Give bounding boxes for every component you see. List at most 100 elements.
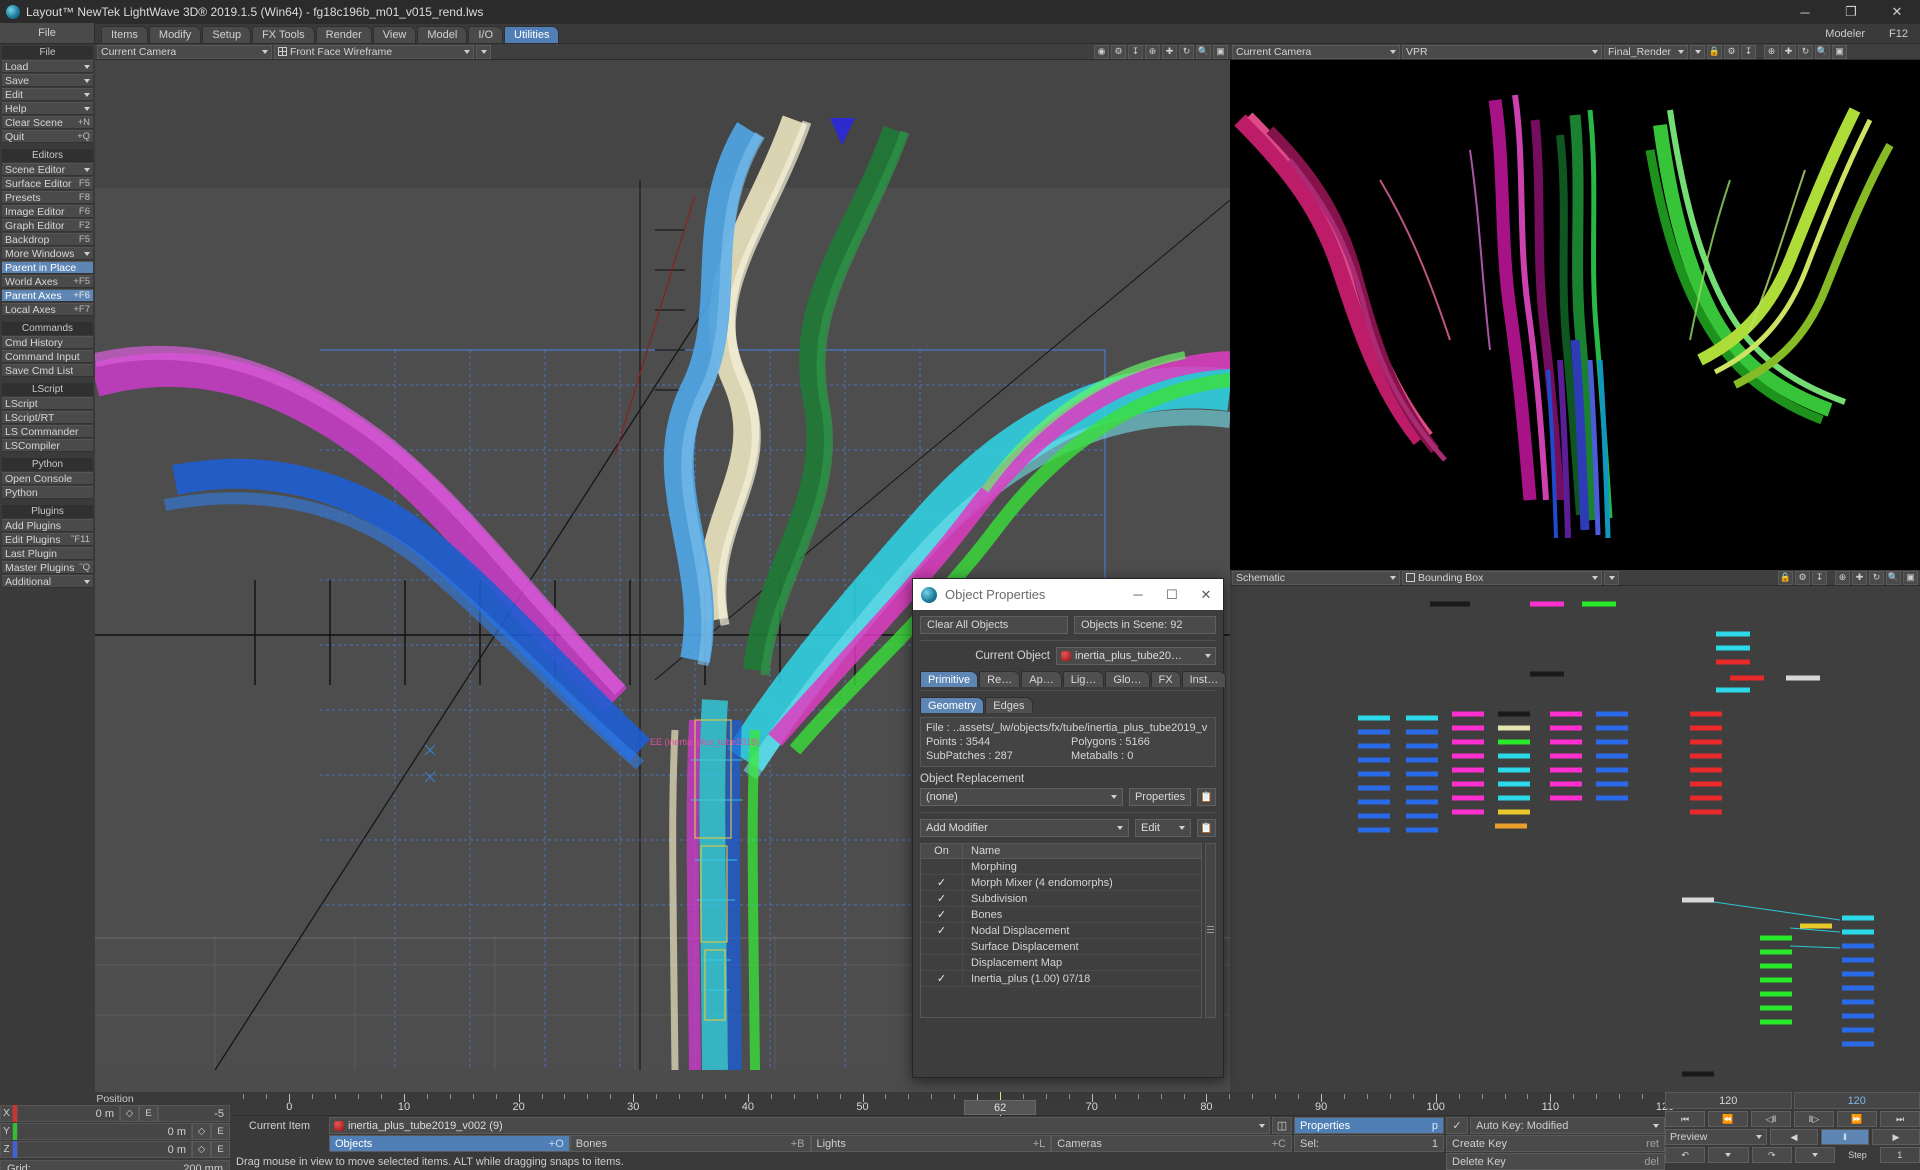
move-icon[interactable]: ✚: [1162, 44, 1177, 59]
redo-menu-icon[interactable]: [1794, 1147, 1836, 1163]
transport-button-1[interactable]: ⏪: [1708, 1111, 1748, 1127]
dialog-tab-glo-[interactable]: Glo…: [1105, 671, 1150, 687]
maximize-icon[interactable]: ❐: [1828, 0, 1874, 24]
select-mode-cameras[interactable]: Cameras +C: [1051, 1135, 1292, 1152]
modifier-edit-select[interactable]: Edit: [1135, 819, 1191, 837]
dialog-subtab-geometry[interactable]: Geometry: [920, 697, 985, 713]
sidebar-item-lscript-rt[interactable]: LScript/RT: [2, 411, 93, 424]
maximize-viewport-icon[interactable]: ▣: [1213, 44, 1228, 59]
vpr-viewport[interactable]: Current Camera VPR Final_Render 🔒 ⚙ ↧ ⊕ …: [1230, 44, 1920, 570]
modifier-on-checkbox[interactable]: ✓: [921, 971, 963, 986]
schematic-options-button[interactable]: [1604, 570, 1619, 585]
gear-icon[interactable]: ⚙: [1724, 44, 1739, 59]
sidebar-item-ls-commander[interactable]: LS Commander: [2, 425, 93, 438]
clear-all-objects-button[interactable]: Clear All Objects: [920, 616, 1068, 634]
modifier-list-scrollbar[interactable]: [1205, 843, 1216, 1018]
item-picker-icon[interactable]: ◫: [1272, 1117, 1292, 1134]
modifier-on-checkbox[interactable]: [921, 939, 963, 954]
play-backward-button[interactable]: ◀: [1770, 1129, 1818, 1145]
maximize-viewport-icon[interactable]: ▣: [1832, 44, 1847, 59]
select-mode-objects[interactable]: Objects +O: [329, 1135, 570, 1152]
sidebar-item-save-cmd-list[interactable]: Save Cmd List: [2, 364, 93, 377]
sidebar-item-add-plugins[interactable]: Add Plugins: [2, 519, 93, 532]
sidebar-item-quit[interactable]: Quit +Q: [2, 130, 93, 143]
lock-icon[interactable]: 🔒: [1707, 44, 1722, 59]
modifier-on-checkbox[interactable]: ✓: [921, 875, 963, 890]
camera-icon[interactable]: ◉: [1094, 44, 1109, 59]
redo-icon[interactable]: ↷: [1751, 1147, 1792, 1163]
modifier-list[interactable]: On Name Morphing ✓ Morph Mixer (4 endomorp…: [920, 843, 1202, 1018]
sidebar-item-lscript[interactable]: LScript: [2, 397, 93, 410]
replacement-properties-button[interactable]: Properties: [1129, 788, 1191, 806]
keyframe-icon[interactable]: ◇: [192, 1141, 211, 1158]
dialog-tab-ap-[interactable]: Ap…: [1021, 671, 1062, 687]
keyframe-icon[interactable]: ◇: [192, 1123, 211, 1140]
gear-icon[interactable]: ⚙: [1795, 570, 1810, 585]
sidebar-item-edit[interactable]: Edit: [2, 88, 93, 101]
expression-button[interactable]: E: [139, 1105, 158, 1122]
undo-icon[interactable]: ↶: [1665, 1147, 1706, 1163]
vpr-render-canvas[interactable]: [1230, 60, 1920, 570]
dialog-close-icon[interactable]: ✕: [1189, 579, 1223, 610]
vpr-render-preset-select[interactable]: Final_Render: [1604, 44, 1688, 59]
dialog-tab-lig-[interactable]: Lig…: [1062, 671, 1105, 687]
menu-tab-model[interactable]: Model: [417, 26, 468, 43]
menu-tab-modify[interactable]: Modify: [148, 26, 202, 43]
object-replacement-select[interactable]: (none): [920, 788, 1123, 806]
modifier-row[interactable]: Morphing: [921, 859, 1201, 875]
sidebar-item-lscompiler[interactable]: LSCompiler: [2, 439, 93, 452]
sidebar-item-parent-in-place[interactable]: Parent in Place: [2, 261, 93, 274]
sidebar-item-clear-scene[interactable]: Clear Scene +N: [2, 116, 93, 129]
modifier-row[interactable]: ✓ Subdivision: [921, 891, 1201, 907]
sidebar-item-help[interactable]: Help: [2, 102, 93, 115]
add-modifier-select[interactable]: Add Modifier: [920, 819, 1129, 837]
move-icon[interactable]: ✚: [1852, 570, 1867, 585]
sidebar-item-surface-editor[interactable]: Surface Editor F5: [2, 177, 93, 190]
clipboard-icon[interactable]: 📋: [1197, 788, 1216, 806]
dialog-tab-fx[interactable]: FX: [1150, 671, 1181, 687]
move-icon[interactable]: ✚: [1781, 44, 1796, 59]
sidebar-item-graph-editor[interactable]: Graph Editor F2: [2, 219, 93, 232]
menu-tab-fx-tools[interactable]: FX Tools: [252, 26, 315, 43]
expression-button[interactable]: E: [211, 1123, 230, 1140]
properties-button[interactable]: Properties p: [1294, 1117, 1444, 1134]
minimize-icon[interactable]: ─: [1782, 0, 1828, 24]
select-mode-bones[interactable]: Bones +B: [569, 1135, 811, 1152]
dialog-subtab-edges[interactable]: Edges: [985, 697, 1033, 713]
save-icon[interactable]: ↧: [1741, 44, 1756, 59]
modifier-on-checkbox[interactable]: [921, 955, 963, 970]
frame-end-field[interactable]: 120: [1665, 1092, 1792, 1109]
modifier-row[interactable]: ✓ Morph Mixer (4 endomorphs): [921, 875, 1201, 891]
menu-file[interactable]: File: [0, 23, 95, 43]
sidebar-item-image-editor[interactable]: Image Editor F6: [2, 205, 93, 218]
dialog-maximize-icon[interactable]: ☐: [1155, 579, 1189, 610]
vpr-options-button[interactable]: [1690, 44, 1705, 59]
vpr-mode-select[interactable]: VPR: [1402, 44, 1602, 59]
modifier-row[interactable]: Surface Displacement: [921, 939, 1201, 955]
rotate-icon[interactable]: ↻: [1179, 44, 1194, 59]
menu-tab-view[interactable]: View: [372, 26, 417, 43]
sidebar-item-save[interactable]: Save: [2, 74, 93, 87]
select-mode-lights[interactable]: Lights +L: [810, 1135, 1052, 1152]
main-camera-select[interactable]: Current Camera: [97, 44, 272, 59]
sidebar-item-cmd-history[interactable]: Cmd History: [2, 336, 93, 349]
play-forward-button[interactable]: ▶: [1872, 1129, 1920, 1145]
lock-icon[interactable]: 🔒: [1778, 570, 1793, 585]
expression-button[interactable]: E: [211, 1141, 230, 1158]
sidebar-item-backdrop[interactable]: Backdrop F5: [2, 233, 93, 246]
zoom-icon[interactable]: 🔍: [1815, 44, 1830, 59]
dialog-tab-primitive[interactable]: Primitive: [920, 671, 979, 687]
sidebar-item-master-plugins[interactable]: Master Plugins ˜Q: [2, 561, 93, 574]
sidebar-item-more-windows[interactable]: More Windows: [2, 247, 93, 260]
dialog-tab-inst-[interactable]: Inst…: [1181, 671, 1227, 687]
save-icon[interactable]: ↧: [1128, 44, 1143, 59]
main-viewport-options-button[interactable]: [476, 44, 491, 59]
main-display-mode-select[interactable]: Front Face Wireframe: [274, 44, 474, 59]
close-icon[interactable]: ✕: [1874, 0, 1920, 24]
zoom-icon[interactable]: 🔍: [1886, 570, 1901, 585]
maximize-viewport-icon[interactable]: ▣: [1903, 570, 1918, 585]
grid-display[interactable]: Grid: 200 mm: [0, 1160, 230, 1170]
menu-tab-render[interactable]: Render: [315, 26, 372, 43]
zoom-icon[interactable]: 🔍: [1196, 44, 1211, 59]
target-icon[interactable]: ⊕: [1145, 44, 1160, 59]
